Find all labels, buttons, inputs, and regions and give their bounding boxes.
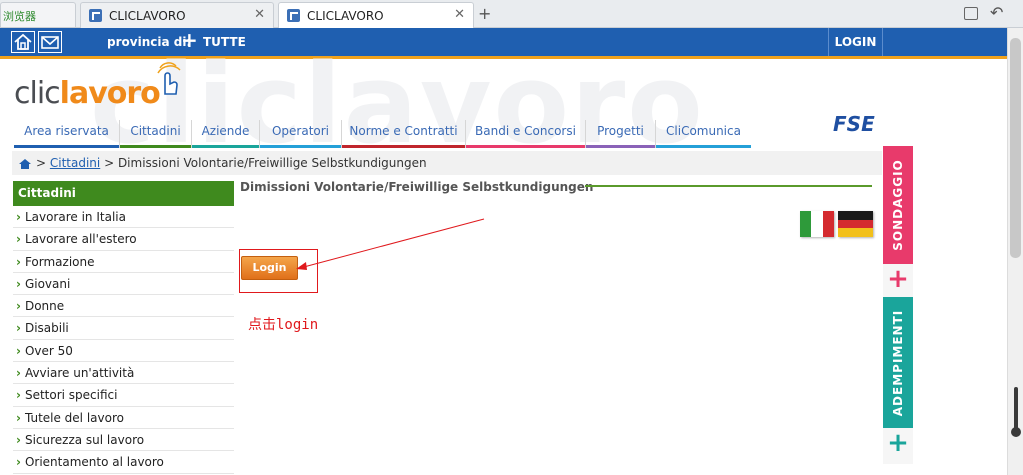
chevron-right-icon: › <box>16 254 21 269</box>
sidebar-item-giovani[interactable]: › Giovani <box>13 273 234 296</box>
browser-tab-partial[interactable]: 浏览器 <box>0 2 76 27</box>
pointing-hand-icon <box>157 62 181 95</box>
nav-item-bandi-e-concorsi[interactable]: Bandi e Concorsi <box>466 120 586 148</box>
chevron-right-icon: › <box>16 299 21 314</box>
chevron-right-icon: › <box>16 388 21 403</box>
german-flag-icon[interactable] <box>838 211 873 238</box>
browser-tab-title: CLICLAVORO <box>109 9 186 23</box>
plus-icon[interactable]: + <box>883 264 913 298</box>
sidebar-item-over-50[interactable]: › Over 50 <box>13 340 234 363</box>
mail-icon <box>41 36 59 49</box>
nav-item-operatori[interactable]: Operatori <box>260 120 342 148</box>
italian-flag-icon[interactable] <box>800 211 834 237</box>
sidebar-menu: › Lavorare in Italia › Lavorare all'estero… <box>13 206 234 474</box>
new-tab-icon[interactable]: + <box>478 4 491 23</box>
breadcrumb: > Cittadini > Dimissioni Volontarie/Frei… <box>12 151 882 175</box>
breadcrumb-separator: > <box>36 156 50 170</box>
sidebar-item-donne[interactable]: › Donne <box>13 295 234 318</box>
login-button[interactable]: Login <box>241 256 298 280</box>
chevron-right-icon: › <box>16 210 21 224</box>
sidebar-item-sicurezza-sul-lavoro[interactable]: › Sicurezza sul lavoro <box>13 429 234 452</box>
nav-item-area-riservata[interactable]: Area riservata <box>14 120 120 148</box>
sidebar-item-orientamento-al-lavoro[interactable]: › Orientamento al lavoro <box>13 451 234 474</box>
undo-icon[interactable]: ↶ <box>990 3 1003 22</box>
home-icon[interactable] <box>18 158 32 170</box>
sidebar-heading: Cittadini <box>13 181 234 206</box>
chevron-right-icon: › <box>16 321 21 336</box>
chevron-right-icon: › <box>16 276 21 291</box>
sondaggio-tab[interactable]: SONDAGGIO + <box>883 146 913 298</box>
annotation-text: 点击login <box>248 317 319 333</box>
chevron-right-icon: › <box>16 343 21 358</box>
restore-window-icon[interactable] <box>964 7 978 20</box>
scrollbar-thumb[interactable] <box>1010 38 1021 258</box>
sidebar-item-settori-specifici[interactable]: › Settori specifici <box>13 384 234 407</box>
nav-item-progetti[interactable]: Progetti <box>586 120 656 148</box>
close-icon[interactable]: ✕ <box>254 7 265 22</box>
close-icon[interactable]: ✕ <box>454 7 465 22</box>
thermometer-bulb-icon <box>1011 427 1021 437</box>
nav-item-norme-e-contratti[interactable]: Norme e Contratti <box>342 120 466 148</box>
page-root: 浏览器 CLICLAVORO ✕ CLICLAVORO ✕ + ↶ provin… <box>0 0 1023 475</box>
sidebar-item-disabili[interactable]: › Disabili <box>13 317 234 340</box>
sondaggio-label: SONDAGGIO <box>883 146 913 264</box>
page-title: Dimissioni Volontarie/Freiwillige Selbst… <box>240 180 594 194</box>
cliclavoro-favicon-icon <box>89 9 102 22</box>
chevron-right-icon: › <box>16 410 21 425</box>
chevron-right-icon: › <box>16 232 21 247</box>
browser-tab-title: CLICLAVORO <box>307 9 384 23</box>
title-underline <box>585 185 872 187</box>
home-button[interactable] <box>11 31 35 53</box>
home-icon <box>14 33 32 50</box>
sidebar-item-lavorare-in-italia[interactable]: › Lavorare in Italia <box>13 206 234 229</box>
sidebar-item-avviare-attivita[interactable]: › Avviare un'attività <box>13 362 234 385</box>
plus-icon[interactable]: + <box>883 428 913 464</box>
adempimenti-tab[interactable]: ADEMPIMENTI + <box>883 297 913 464</box>
chevron-right-icon: › <box>16 366 21 381</box>
sidebar-item-lavorare-all-estero[interactable]: › Lavorare all'estero <box>13 228 234 251</box>
nav-item-clicomunica[interactable]: CliComunica <box>656 120 751 148</box>
browser-tab-bar: 浏览器 CLICLAVORO ✕ CLICLAVORO ✕ + ↶ <box>0 0 1023 29</box>
fse-logo: FSE <box>833 112 875 136</box>
browser-tab-1[interactable]: CLICLAVORO ✕ <box>80 2 274 28</box>
breadcrumb-current: Dimissioni Volontarie/Freiwillige Selbst… <box>117 156 427 170</box>
breadcrumb-link-cittadini[interactable]: Cittadini <box>50 156 100 170</box>
nav-item-aziende[interactable]: Aziende <box>192 120 260 148</box>
top-login-link[interactable]: LOGIN <box>828 28 883 56</box>
browser-tab-2[interactable]: CLICLAVORO ✕ <box>278 2 474 29</box>
breadcrumb-separator: > <box>100 156 118 170</box>
sidebar-item-formazione[interactable]: › Formazione <box>13 251 234 273</box>
nav-item-cittadini[interactable]: Cittadini <box>120 120 192 148</box>
logo-part-lavoro: lavoro <box>59 76 161 111</box>
thermometer-icon <box>1014 387 1018 431</box>
logo-part-clic: clic <box>14 76 61 111</box>
site-logo[interactable]: cliclavoro <box>14 76 161 111</box>
chevron-right-icon: › <box>16 455 21 470</box>
mail-button[interactable] <box>38 31 62 53</box>
chevron-right-icon: › <box>16 432 21 447</box>
adempimenti-label: ADEMPIMENTI <box>883 297 913 428</box>
sidebar-item-tutele-del-lavoro[interactable]: › Tutele del lavoro <box>13 407 234 429</box>
cliclavoro-favicon-icon <box>287 9 300 22</box>
